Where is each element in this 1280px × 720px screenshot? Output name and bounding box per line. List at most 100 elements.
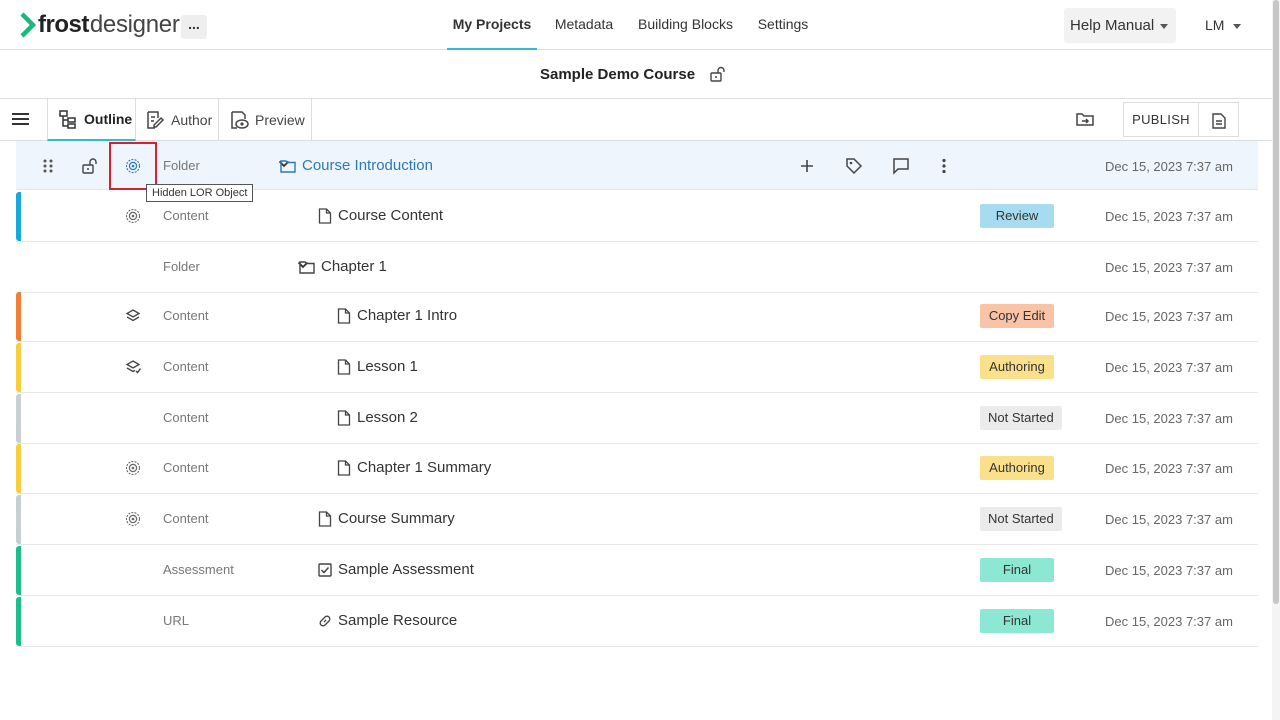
row-type: Content <box>163 308 209 323</box>
nav-settings[interactable]: Settings <box>751 0 815 50</box>
row-type: Folder <box>163 158 200 173</box>
document-icon <box>337 459 357 476</box>
row-title[interactable]: Lesson 2 <box>337 409 418 426</box>
page-scrollbar[interactable] <box>1272 0 1280 720</box>
move-to-folder-icon[interactable] <box>1076 111 1094 127</box>
status-badge[interactable]: Copy Edit <box>980 304 1054 328</box>
status-color-bar <box>16 394 21 443</box>
tab-preview[interactable]: Preview <box>219 99 312 141</box>
outline-row[interactable]: Assessment Sample Assessment Final Dec 15, … <box>16 545 1258 596</box>
document-icon <box>337 307 357 324</box>
modified-date: Dec 15, 2023 7:37 am <box>1105 159 1233 174</box>
report-button[interactable] <box>1198 102 1239 137</box>
help-manual-dropdown[interactable]: Help Manual <box>1064 8 1176 43</box>
menu-icon[interactable] <box>12 112 29 126</box>
row-type: Content <box>163 359 209 374</box>
row-title-text: Course Summary <box>338 510 455 527</box>
document-icon <box>318 510 338 527</box>
publish-button[interactable]: PUBLISH <box>1123 102 1199 137</box>
hidden-lor-icon[interactable] <box>125 208 141 224</box>
outline-row[interactable]: Content Course Summary Not Started Dec 15, … <box>16 494 1258 545</box>
modified-date: Dec 15, 2023 7:37 am <box>1105 512 1233 527</box>
row-type: Content <box>163 208 209 223</box>
tag-icon[interactable] <box>845 157 863 175</box>
outline-row[interactable]: Content Lesson 2 Not Started Dec 15, 2023 7… <box>16 393 1258 444</box>
modified-date: Dec 15, 2023 7:37 am <box>1105 411 1233 426</box>
row-title-text: Lesson 2 <box>357 409 418 426</box>
drag-handle-icon[interactable] <box>39 157 57 175</box>
scrollbar-thumb[interactable] <box>1273 0 1279 604</box>
status-badge[interactable]: Review <box>980 204 1054 228</box>
outline-row[interactable]: Content Chapter 1 Summary Authoring Dec 15,… <box>16 443 1258 494</box>
add-icon[interactable] <box>798 157 816 175</box>
row-title[interactable]: Lesson 1 <box>337 358 418 375</box>
status-badge[interactable]: Authoring <box>980 355 1054 379</box>
course-title: Sample Demo Course <box>540 66 696 83</box>
hidden-lor-icon[interactable] <box>125 511 141 527</box>
help-manual-label: Help Manual <box>1070 17 1155 34</box>
unlock-icon[interactable] <box>709 66 725 82</box>
status-color-bar <box>16 343 21 392</box>
row-type: Content <box>163 460 209 475</box>
modified-date: Dec 15, 2023 7:37 am <box>1105 209 1233 224</box>
modified-date: Dec 15, 2023 7:37 am <box>1105 309 1233 324</box>
frost-designer-logo[interactable]: frost designer <box>20 10 180 40</box>
unlock-icon[interactable] <box>81 157 99 175</box>
nav-building-blocks[interactable]: Building Blocks <box>632 0 739 50</box>
more-options-button[interactable]: ... <box>181 15 207 39</box>
tab-outline[interactable]: Outline <box>47 99 136 141</box>
tooltip: Hidden LOR Object <box>146 184 254 202</box>
row-title[interactable]: Sample Resource <box>318 612 457 629</box>
outline-row[interactable]: Content Chapter 1 Intro Copy Edit Dec 15, 2… <box>16 291 1258 342</box>
row-title[interactable]: Course Introduction <box>280 157 433 174</box>
row-title-text: Sample Assessment <box>338 561 474 578</box>
modified-date: Dec 15, 2023 7:37 am <box>1105 461 1233 476</box>
tab-author[interactable]: Author <box>136 99 219 141</box>
folder-icon <box>299 260 321 274</box>
more-vertical-icon[interactable] <box>935 157 953 175</box>
row-type: URL <box>163 613 190 628</box>
status-badge[interactable]: Not Started <box>980 406 1062 430</box>
highlight-box <box>109 142 157 190</box>
layers-check-icon[interactable] <box>125 359 142 375</box>
status-badge[interactable]: Final <box>980 609 1054 633</box>
document-icon <box>337 358 357 375</box>
document-icon <box>318 207 338 224</box>
document-icon <box>1212 113 1226 129</box>
status-color-bar <box>16 546 21 595</box>
row-title-text: Chapter 1 Summary <box>357 459 492 476</box>
outline-row[interactable]: Content Lesson 1 Authoring Dec 15, 2023 7:3… <box>16 342 1258 393</box>
nav-metadata[interactable]: Metadata <box>548 0 620 50</box>
top-navbar: frost designer ... My Projects Metadata B… <box>0 0 1272 50</box>
row-title[interactable]: Chapter 1 <box>299 258 387 275</box>
layers-icon[interactable] <box>125 308 141 324</box>
outline-row[interactable]: Folder Chapter 1 Dec 15, 2023 7:37 am <box>16 242 1258 293</box>
modified-date: Dec 15, 2023 7:37 am <box>1105 260 1233 275</box>
row-type: Content <box>163 511 209 526</box>
preview-eye-icon <box>231 111 249 129</box>
outline-row[interactable]: Folder Course Introduction Dec 15, 2023 7:… <box>16 141 1258 190</box>
hidden-lor-icon[interactable] <box>125 460 141 476</box>
row-title[interactable]: Sample Assessment <box>318 561 474 578</box>
status-color-bar <box>16 495 21 544</box>
course-title-bar: Sample Demo Course <box>0 50 1272 99</box>
nav-my-projects[interactable]: My Projects <box>447 0 537 50</box>
row-title[interactable]: Course Content <box>318 207 443 224</box>
chevron-down-icon <box>1160 23 1169 29</box>
status-badge[interactable]: Final <box>980 558 1054 582</box>
tab-preview-label: Preview <box>255 112 305 128</box>
status-color-bar <box>16 192 21 241</box>
outline-row[interactable]: URL Sample Resource Final Dec 15, 2023 7:37… <box>16 596 1258 647</box>
status-color-bar <box>16 292 21 341</box>
row-title-text: Chapter 1 Intro <box>357 307 458 324</box>
modified-date: Dec 15, 2023 7:37 am <box>1105 360 1233 375</box>
row-type: Content <box>163 410 209 425</box>
status-color-bar <box>16 597 21 646</box>
row-title[interactable]: Chapter 1 Intro <box>337 307 457 324</box>
user-menu-dropdown[interactable]: LM <box>1205 8 1242 43</box>
row-title[interactable]: Course Summary <box>318 510 455 527</box>
comment-icon[interactable] <box>892 157 910 175</box>
status-badge[interactable]: Authoring <box>980 456 1054 480</box>
status-badge[interactable]: Not Started <box>980 507 1062 531</box>
row-title[interactable]: Chapter 1 Summary <box>337 459 491 476</box>
